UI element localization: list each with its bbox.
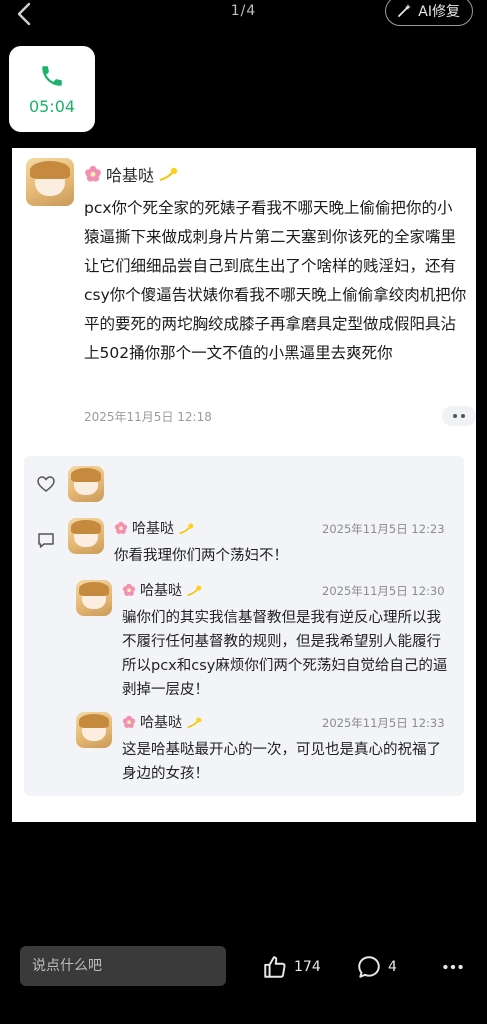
comment-bubble-icon <box>358 956 380 978</box>
post-time: 2025年11月5日 12:18 <box>84 410 212 424</box>
reply-item: 哈基哒 2025年11月5日 12:33 这是哈基哒最开心的一次，可见也是真心的… <box>76 712 458 782</box>
top-bar: 1/4 AI修复 <box>0 0 487 30</box>
comment-icon[interactable] <box>36 530 56 550</box>
heart-icon[interactable] <box>36 474 56 494</box>
reply-item: 哈基哒 2025年11月5日 12:30 骗你们的其实我信基督教但是我有逆反心理… <box>76 580 458 700</box>
more-menu-button[interactable] <box>440 954 466 980</box>
magic-wand-icon <box>398 4 412 17</box>
comet-icon <box>159 167 178 181</box>
reply-text: 这是哈基哒最开心的一次，可见也是真心的祝福了身边的女孩！ <box>122 742 441 782</box>
reply-author-name: 哈基哒 <box>132 521 174 537</box>
flower-icon <box>85 165 101 182</box>
reply-time: 2025年11月5日 12:30 <box>322 584 445 598</box>
phone-icon <box>42 65 62 86</box>
thumbs-up-icon <box>264 956 286 978</box>
avatar[interactable] <box>26 158 74 206</box>
post-text: pcx你个死全家的死婊子看我不哪天晚上偷偷把你的小猿逼撕下来做成刺身片片第二天塞… <box>84 199 467 362</box>
reply-item: 哈基哒 2025年11月5日 12:23 你看我理你们两个荡妇不！ <box>68 518 458 578</box>
reply-author: 哈基哒 <box>122 712 202 732</box>
avatar[interactable] <box>68 518 104 554</box>
more-horizontal-icon <box>443 964 463 970</box>
like-button[interactable]: 174 <box>262 954 321 980</box>
reply-section: 哈基哒 2025年11月5日 12:23 你看我理你们两个荡妇不！ 哈基哒 20… <box>24 456 464 796</box>
call-duration: 05:04 <box>28 96 76 116</box>
flower-icon <box>122 583 136 596</box>
ai-repair-label: AI修复 <box>418 4 460 20</box>
flower-icon <box>122 715 136 728</box>
avatar[interactable] <box>76 580 112 616</box>
comet-icon <box>187 717 202 728</box>
flower-icon <box>114 521 128 534</box>
reply-author: 哈基哒 <box>122 580 202 600</box>
reply-time: 2025年11月5日 12:23 <box>322 522 445 536</box>
ai-repair-button[interactable]: AI修复 <box>385 0 473 26</box>
note-screenshot: 哈基哒 pcx你个死全家的死婊子看我不哪天晚上偷偷把你的小猿逼撕下来做成刺身片片… <box>12 148 476 822</box>
like-count: 174 <box>294 959 321 975</box>
reply-text: 骗你们的其实我信基督教但是我有逆反心理所以我不履行任何基督教的规则，但是我希望别… <box>122 610 448 698</box>
post-author: 哈基哒 <box>84 162 178 186</box>
reply-author-name: 哈基哒 <box>140 715 182 731</box>
reply-text: 你看我理你们两个荡妇不！ <box>114 548 288 564</box>
comment-input[interactable]: 说点什么吧 <box>20 946 226 986</box>
reply-author-name: 哈基哒 <box>140 583 182 599</box>
reply-time: 2025年11月5日 12:33 <box>322 716 445 730</box>
comment-count: 4 <box>388 959 397 975</box>
liker-avatar[interactable] <box>68 466 104 502</box>
voice-call-card[interactable]: 05:04 <box>9 46 95 132</box>
post-author-name: 哈基哒 <box>106 166 155 185</box>
comment-button[interactable]: 4 <box>356 954 397 980</box>
avatar[interactable] <box>76 712 112 748</box>
more-options-button[interactable] <box>442 406 476 426</box>
reply-author: 哈基哒 <box>114 518 194 538</box>
comet-icon <box>179 523 194 534</box>
comet-icon <box>187 585 202 596</box>
bottom-bar: 说点什么吧 174 4 <box>0 936 487 996</box>
